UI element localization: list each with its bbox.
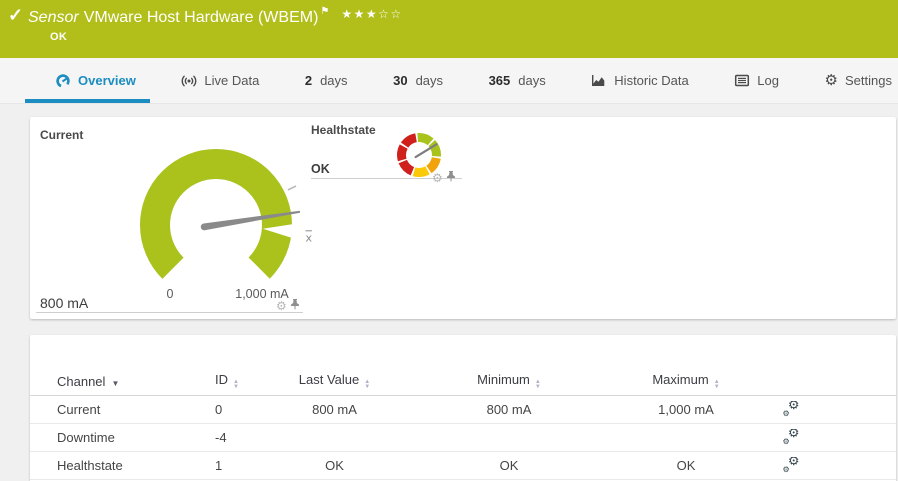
healthstate-gauge-value: OK <box>311 162 330 176</box>
tab-number: 30 <box>393 73 408 88</box>
tab-log[interactable]: Log <box>734 58 779 103</box>
stars-filled: ★★★ <box>341 7 379 21</box>
current-gauge-peak-tick <box>287 185 297 191</box>
column-header-label: Minimum <box>477 372 530 387</box>
tab-number: 365 <box>488 73 511 88</box>
tab-label: Historic Data <box>614 73 689 88</box>
tab-label: Settings <box>844 73 892 88</box>
column-header-id[interactable]: ID ▲ ▼ <box>215 372 277 390</box>
tab-label: days <box>415 73 444 88</box>
channel-last-value: 800 mA <box>312 402 357 417</box>
sorted-desc-icon: ▼ <box>111 378 120 388</box>
channel-id: 0 <box>215 402 223 417</box>
tab-label: Live Data <box>204 73 260 88</box>
channel-settings-gear-icon[interactable]: ⚙ <box>276 300 287 312</box>
table-row-current: Current 0 800 mA 800 mA 1,000 mA ⚙ ⚙ <box>30 396 896 424</box>
table-row-downtime: Downtime -4 ⚙ ⚙ <box>30 424 896 452</box>
sort-icon: ▲ ▼ <box>534 379 541 390</box>
tab-live-data[interactable]: Live Data <box>181 58 259 103</box>
tab-label: Log <box>757 73 779 88</box>
current-gauge-title: Current <box>40 128 84 142</box>
pin-chart-icon[interactable] <box>290 297 300 315</box>
column-header-maximum[interactable]: Maximum ▲ ▼ <box>626 372 746 390</box>
column-header-channel[interactable]: Channel ▼ <box>30 374 215 389</box>
status-check-icon: ✓ <box>8 5 24 25</box>
healthstate-gauge-title: Healthstate <box>311 123 376 137</box>
flag-icon: ⚑ <box>320 6 330 17</box>
gauge-icon <box>55 73 71 89</box>
channel-name: Current <box>57 402 101 417</box>
area-chart-icon <box>591 73 607 88</box>
tab-365-days[interactable]: 365 days <box>489 58 546 103</box>
channel-name: Downtime <box>57 430 115 445</box>
sort-icon: ▲ ▼ <box>364 379 371 390</box>
tab-label: Overview <box>78 73 136 88</box>
current-block-divider <box>36 312 303 313</box>
tab-2-days[interactable]: 2 days <box>305 58 348 103</box>
broadcast-icon <box>181 73 197 89</box>
current-gauge-scale-min: 0 <box>166 287 174 301</box>
gear-icon: ⚙ <box>824 72 838 89</box>
tab-historic-data[interactable]: Historic Data <box>591 58 689 103</box>
channel-name: Healthstate <box>57 458 123 473</box>
current-gauge-actions: ⚙ <box>276 297 300 315</box>
sensor-kind-label: Sensor <box>28 9 79 26</box>
tab-number: 2 <box>304 73 313 88</box>
channel-minimum: OK <box>499 458 519 473</box>
column-header-minimum[interactable]: Minimum ▲ ▼ <box>392 372 626 390</box>
tab-label: days <box>320 73 348 88</box>
column-header-label: ID <box>215 372 228 387</box>
sort-icon: ▲ ▼ <box>233 379 239 390</box>
pin-chart-icon[interactable] <box>446 169 456 187</box>
tab-bar: Overview Live Data 2 days 30 days 365 da… <box>0 58 898 104</box>
channel-id: 1 <box>215 458 223 473</box>
channel-maximum: OK <box>676 458 696 473</box>
edit-channel-gears-icon[interactable]: ⚙ ⚙ <box>783 457 800 474</box>
prtg-sensor-page: ✓ Sensor VMware Host Hardware (WBEM) ⚑ ★★★☆… <box>0 0 898 481</box>
column-header-label: Channel <box>57 373 106 389</box>
current-gauge-avg-label: x <box>305 231 312 244</box>
tab-label: days <box>518 73 546 88</box>
edit-channel-gears-icon[interactable]: ⚙ ⚙ <box>783 401 800 418</box>
tab-settings[interactable]: ⚙ Settings <box>825 58 892 103</box>
channel-minimum: 800 mA <box>486 402 532 417</box>
gauges-panel: Current x 0 1,000 mA 800 mA ⚙ Healthstat… <box>30 117 896 319</box>
table-row-healthstate: Healthstate 1 OK OK OK ⚙ ⚙ <box>30 452 896 480</box>
channel-last-value: OK <box>325 458 344 473</box>
tab-30-days[interactable]: 30 days <box>393 58 443 103</box>
sensor-title-row: Sensor VMware Host Hardware (WBEM) ⚑ ★★★☆☆ <box>28 6 403 27</box>
channels-table: Channel ▼ ID ▲ ▼ Last Value ▲ ▼ Minimum ▲ ▼ Max… <box>30 335 896 480</box>
active-tab-underline <box>25 99 150 103</box>
log-list-icon <box>734 73 750 88</box>
channel-settings-gear-icon[interactable]: ⚙ <box>432 172 443 184</box>
table-header-row: Channel ▼ ID ▲ ▼ Last Value ▲ ▼ Minimum ▲ ▼ Max… <box>30 367 896 396</box>
sort-icon: ▲ ▼ <box>713 379 720 390</box>
channels-panel: Channel ▼ ID ▲ ▼ Last Value ▲ ▼ Minimum ▲ ▼ Max… <box>30 335 896 481</box>
column-header-last-value[interactable]: Last Value ▲ ▼ <box>277 372 392 390</box>
sensor-title: VMware Host Hardware (WBEM) <box>83 9 319 26</box>
stars-empty: ☆☆ <box>378 7 403 21</box>
current-gauge-value: 800 mA <box>40 295 89 311</box>
tab-overview[interactable]: Overview <box>25 58 150 103</box>
priority-stars[interactable]: ★★★☆☆ <box>341 7 402 21</box>
healthstate-gauge-actions: ⚙ <box>432 169 456 187</box>
channel-id: -4 <box>215 430 227 445</box>
status-badge: OK <box>50 31 68 43</box>
channel-maximum: 1,000 mA <box>658 402 714 417</box>
edit-channel-gears-icon[interactable]: ⚙ ⚙ <box>783 429 800 446</box>
column-header-label: Last Value <box>298 372 360 387</box>
column-header-label: Maximum <box>652 372 709 387</box>
sensor-header: ✓ Sensor VMware Host Hardware (WBEM) ⚑ ★★★☆… <box>0 0 898 58</box>
